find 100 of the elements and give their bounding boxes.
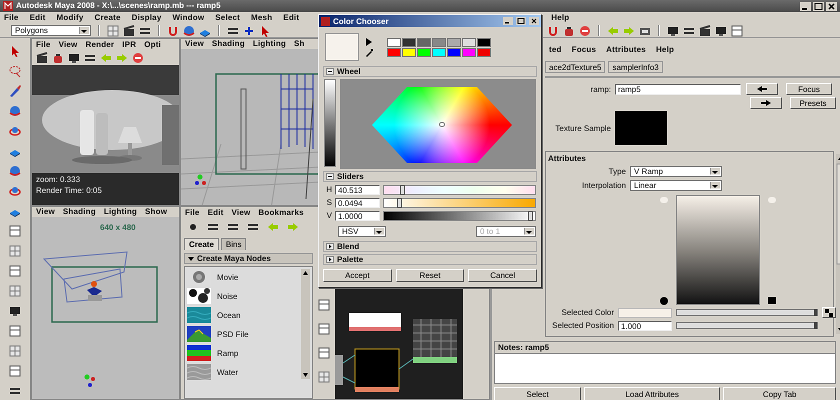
grid-icon[interactable]: [7, 244, 23, 258]
position-field[interactable]: 1.000: [618, 320, 672, 330]
ramp-handle[interactable]: [768, 297, 776, 304]
selected-color-swatch[interactable]: [618, 308, 672, 318]
menu-item[interactable]: Help: [551, 12, 570, 22]
menu-item[interactable]: File: [36, 40, 51, 50]
shader-node[interactable]: [335, 355, 343, 385]
layout-icon[interactable]: [7, 224, 23, 238]
slider-thumb[interactable]: [814, 322, 817, 329]
color-slider[interactable]: [383, 184, 536, 194]
node-type-item[interactable]: Noise: [217, 292, 238, 300]
minimize-button[interactable]: [503, 17, 513, 25]
menu-item[interactable]: Shading: [212, 39, 245, 49]
color-slider[interactable]: [383, 198, 536, 208]
tab[interactable]: Bins: [220, 238, 246, 250]
menu-item[interactable]: Modify: [56, 12, 84, 22]
arrow-icon[interactable]: [365, 38, 373, 46]
sphere-icon[interactable]: [7, 104, 23, 118]
magnet-icon[interactable]: [167, 24, 179, 36]
palette-swatch[interactable]: [402, 48, 416, 56]
slider-field[interactable]: 0.0494: [335, 198, 380, 208]
focus-button[interactable]: Focus: [786, 83, 832, 95]
palette-swatch[interactable]: [417, 38, 431, 46]
monitor-icon[interactable]: [667, 24, 679, 36]
monitor-icon[interactable]: [7, 304, 23, 318]
shader-node[interactable]: [349, 313, 401, 331]
close-button[interactable]: [826, 2, 837, 10]
plus-icon[interactable]: [243, 24, 255, 36]
palette-swatch[interactable]: [477, 48, 491, 56]
node-type-item[interactable]: Ramp: [217, 348, 238, 358]
menu-item[interactable]: File: [185, 208, 200, 218]
ramp-handle[interactable]: [768, 197, 776, 203]
ramp-handle[interactable]: [660, 297, 668, 305]
menu-item[interactable]: View: [36, 207, 55, 217]
menu-item[interactable]: Shading: [62, 207, 96, 217]
node-name-field[interactable]: ramp5: [615, 84, 741, 94]
palette-swatch[interactable]: [462, 48, 476, 56]
monitor-icon[interactable]: [715, 24, 727, 36]
output-connection-button[interactable]: [750, 97, 782, 109]
shader-node[interactable]: [412, 318, 458, 363]
maximize-button[interactable]: [813, 2, 824, 10]
notes-field[interactable]: [495, 353, 835, 383]
shader-node[interactable]: [354, 348, 400, 392]
layout-icon[interactable]: [7, 364, 23, 378]
minimize-button[interactable]: [800, 2, 811, 10]
node-type-item[interactable]: Ocean: [217, 310, 241, 320]
palette-swatch[interactable]: [432, 38, 446, 46]
slider-field[interactable]: 40.513: [335, 184, 380, 194]
color-marker[interactable]: [439, 122, 445, 127]
menu-item[interactable]: Lighting: [252, 39, 286, 49]
dialog-button[interactable]: Cancel: [468, 269, 538, 282]
menu-item[interactable]: Attributes: [606, 44, 646, 54]
mode-dropdown[interactable]: HSV: [338, 226, 386, 236]
slider-field[interactable]: 1.0000: [335, 210, 380, 220]
tab[interactable]: ace2dTexture5: [545, 61, 606, 73]
grid-icon[interactable]: [7, 344, 23, 358]
scrollbar[interactable]: [301, 269, 310, 379]
grid-icon[interactable]: [107, 24, 119, 36]
clapper-icon[interactable]: [699, 24, 711, 36]
collapse-icon[interactable]: [326, 68, 334, 75]
action-button[interactable]: Select: [494, 387, 581, 400]
lasso-icon[interactable]: [7, 64, 23, 78]
menu-item[interactable]: Select: [215, 12, 240, 22]
node-type-item[interactable]: Movie: [217, 272, 238, 282]
eyedropper-icon[interactable]: [365, 48, 373, 56]
slider-thumb[interactable]: [397, 198, 402, 208]
dialog-button[interactable]: Reset: [396, 269, 464, 282]
clapper-icon[interactable]: [36, 52, 48, 64]
type-dropdown[interactable]: V Ramp: [630, 166, 722, 176]
menu-item[interactable]: Edit: [30, 12, 46, 22]
grid-icon[interactable]: [318, 371, 330, 383]
expand-icon[interactable]: [326, 243, 334, 250]
palette-swatch[interactable]: [387, 48, 401, 56]
dialog-button[interactable]: Accept: [323, 269, 392, 282]
menu-item[interactable]: Render: [85, 40, 114, 50]
menu-item[interactable]: IPR: [122, 40, 136, 50]
collapse-icon[interactable]: [326, 173, 334, 180]
teapot-icon[interactable]: [563, 24, 575, 36]
menu-item[interactable]: Edit: [208, 208, 224, 218]
layout-icon[interactable]: [731, 24, 743, 36]
node-type-item[interactable]: Water: [217, 368, 238, 376]
layout-icon[interactable]: [7, 264, 23, 278]
action-button[interactable]: Load Attributes: [584, 387, 720, 400]
menu-item[interactable]: Lighting: [104, 207, 138, 217]
interpolation-dropdown[interactable]: Linear: [630, 180, 722, 190]
palette-swatch[interactable]: [387, 38, 401, 46]
palette-swatch[interactable]: [417, 48, 431, 56]
clapper-icon[interactable]: [123, 24, 135, 36]
menu-item[interactable]: Show: [145, 207, 168, 217]
menu-item[interactable]: Edit: [283, 12, 300, 22]
color-slider[interactable]: [383, 210, 536, 220]
slider-thumb[interactable]: [528, 210, 534, 220]
menu-item[interactable]: View: [58, 40, 78, 50]
layout-icon[interactable]: [318, 347, 330, 359]
layout-icon[interactable]: [318, 299, 330, 311]
menu-item[interactable]: Create: [94, 12, 121, 22]
tab[interactable]: samplerInfo3: [608, 61, 663, 73]
palette-swatch[interactable]: [462, 38, 476, 46]
menu-item[interactable]: Sh: [294, 39, 305, 49]
monitor-icon[interactable]: [68, 52, 80, 64]
